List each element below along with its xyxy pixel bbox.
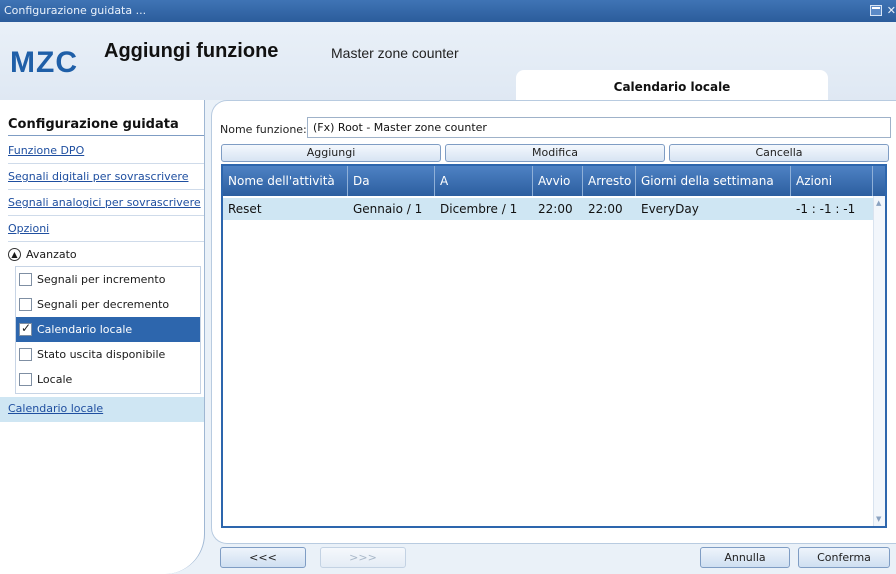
option-stato-uscita[interactable]: Stato uscita disponibile — [16, 342, 200, 367]
column-header[interactable]: Avvio — [533, 166, 583, 196]
restore-icon[interactable] — [870, 5, 882, 16]
header: MZC Aggiungi funzione Master zone counte… — [0, 22, 896, 100]
sidebar-link-segnali-digitali[interactable]: Segnali digitali per sovrascrivere — [8, 170, 188, 183]
column-header[interactable]: Arresto — [583, 166, 636, 196]
sidebar-link-opzioni[interactable]: Opzioni — [8, 222, 49, 235]
cell-task-name: Reset — [228, 202, 262, 216]
title-bar: Configurazione guidata ... ✕ — [0, 0, 896, 22]
option-label: Segnali per decremento — [37, 298, 170, 311]
previous-button[interactable]: <<< — [220, 547, 306, 568]
checkbox[interactable] — [19, 273, 32, 286]
option-label: Segnali per incremento — [37, 273, 166, 286]
checkbox[interactable] — [19, 348, 32, 361]
sidebar-title: Configurazione guidata — [8, 117, 179, 132]
sidebar-link-calendario-locale[interactable]: Calendario locale — [8, 402, 103, 415]
cell-weekdays: EveryDay — [641, 202, 699, 216]
function-name-label: Nome funzione: — [220, 123, 307, 136]
scroll-up-icon[interactable]: ▲ — [876, 199, 881, 207]
page-title: Aggiungi funzione — [104, 40, 279, 62]
option-label: Calendario locale — [37, 323, 133, 336]
cell-stop: 22:00 — [588, 202, 623, 216]
table-header: Nome dell'attività Da A Avvio Arresto Gi… — [223, 166, 885, 196]
function-type: Master zone counter — [331, 45, 459, 61]
column-header[interactable]: Azioni — [791, 166, 873, 196]
advanced-toggle[interactable]: ▲ Avanzato — [8, 243, 200, 265]
cancel-button[interactable]: Annulla — [700, 547, 790, 568]
edit-button[interactable]: Modifica — [445, 144, 665, 162]
logo: MZC — [10, 46, 78, 79]
cell-from: Gennaio / 1 — [353, 202, 423, 216]
option-label: Locale — [37, 373, 73, 386]
tab-calendario-locale[interactable]: Calendario locale — [516, 70, 828, 100]
next-button[interactable]: >>> — [320, 547, 406, 568]
sidebar-item-calendario-locale[interactable]: Calendario locale — [0, 397, 204, 422]
divider — [8, 135, 204, 136]
cell-start: 22:00 — [538, 202, 573, 216]
sidebar-link-funzione-dpo[interactable]: Funzione DPO — [8, 144, 84, 157]
delete-button[interactable]: Cancella — [669, 144, 889, 162]
column-header[interactable]: Giorni della settimana — [636, 166, 791, 196]
cell-actions: -1 : -1 : -1 — [796, 202, 856, 216]
checkbox[interactable] — [19, 373, 32, 386]
column-header[interactable]: Da — [348, 166, 435, 196]
cell-to: Dicembre / 1 — [440, 202, 518, 216]
checkbox[interactable] — [19, 298, 32, 311]
option-calendario-locale[interactable]: Calendario locale — [16, 317, 200, 342]
checkbox-checked[interactable] — [19, 321, 32, 336]
column-header[interactable]: Nome dell'attività — [223, 166, 348, 196]
chevron-up-icon: ▲ — [8, 247, 21, 261]
vertical-scrollbar[interactable]: ▲ ▼ — [873, 196, 885, 526]
sidebar: Configurazione guidata Funzione DPO Segn… — [0, 100, 205, 574]
advanced-options: Segnali per incremento Segnali per decre… — [15, 266, 201, 394]
option-segnali-incremento[interactable]: Segnali per incremento — [16, 267, 200, 292]
confirm-button[interactable]: Conferma — [798, 547, 890, 568]
main-panel: Nome funzione: Aggiungi Modifica Cancell… — [211, 100, 896, 544]
schedule-table: Nome dell'attività Da A Avvio Arresto Gi… — [221, 164, 887, 528]
scroll-down-icon[interactable]: ▼ — [876, 515, 881, 523]
divider — [8, 189, 204, 190]
add-button[interactable]: Aggiungi — [221, 144, 441, 162]
divider — [8, 215, 204, 216]
table-row[interactable]: Reset Gennaio / 1 Dicembre / 1 22:00 22:… — [223, 198, 873, 220]
option-locale[interactable]: Locale — [16, 367, 200, 392]
advanced-label: Avanzato — [26, 247, 77, 261]
option-segnali-decremento[interactable]: Segnali per decremento — [16, 292, 200, 317]
close-icon[interactable]: ✕ — [887, 0, 896, 22]
column-header[interactable]: A — [435, 166, 533, 196]
divider — [8, 163, 204, 164]
divider — [8, 241, 204, 242]
function-name-input[interactable] — [307, 117, 891, 138]
window-title: Configurazione guidata ... — [4, 4, 147, 17]
option-label: Stato uscita disponibile — [37, 348, 166, 361]
sidebar-link-segnali-analogici[interactable]: Segnali analogici per sovrascrivere — [8, 196, 201, 209]
